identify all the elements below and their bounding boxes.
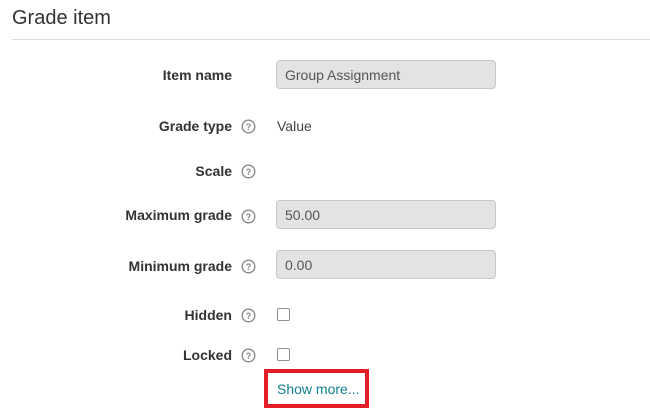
locked-checkbox[interactable] — [277, 348, 290, 361]
scale-label: Scale — [195, 163, 232, 179]
svg-text:?: ? — [246, 351, 252, 361]
question-circle-icon[interactable]: ? — [241, 259, 256, 274]
grade-item-page: Grade item Item name Grade type ? Value … — [0, 0, 650, 418]
hidden-label: Hidden — [184, 307, 232, 323]
section-title: Grade item — [12, 7, 111, 29]
question-circle-icon[interactable]: ? — [241, 164, 256, 179]
svg-text:?: ? — [246, 167, 252, 177]
minimum-grade-label: Minimum grade — [128, 258, 232, 274]
svg-text:?: ? — [246, 212, 252, 222]
question-circle-icon[interactable]: ? — [241, 308, 256, 323]
svg-text:?: ? — [246, 311, 252, 321]
question-circle-icon[interactable]: ? — [241, 209, 256, 224]
minimum-grade-field[interactable] — [276, 250, 496, 279]
item-name-field[interactable] — [276, 60, 496, 89]
grade-type-label: Grade type — [158, 118, 232, 134]
question-circle-icon[interactable]: ? — [241, 348, 256, 363]
svg-text:?: ? — [246, 122, 252, 132]
maximum-grade-label: Maximum grade — [125, 207, 232, 223]
section-divider — [12, 39, 650, 40]
svg-text:?: ? — [246, 262, 252, 272]
question-circle-icon[interactable]: ? — [241, 119, 256, 134]
locked-label: Locked — [182, 347, 232, 363]
show-more-link[interactable]: Show more... — [277, 381, 359, 397]
hidden-checkbox[interactable] — [277, 308, 290, 321]
maximum-grade-field[interactable] — [276, 200, 496, 229]
grade-type-value: Value — [277, 118, 312, 134]
item-name-label: Item name — [162, 67, 232, 83]
